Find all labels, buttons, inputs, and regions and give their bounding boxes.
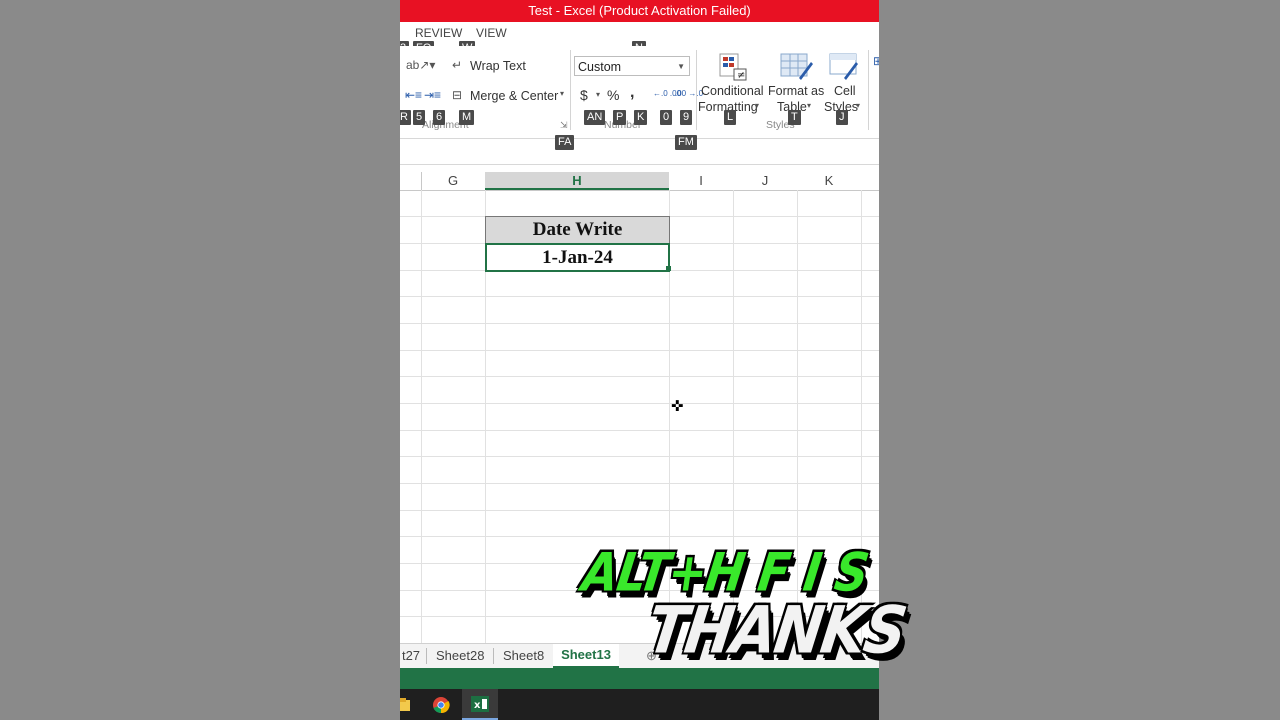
- gridline: [400, 510, 879, 511]
- status-bar: [400, 668, 879, 689]
- comma-button[interactable]: ,: [630, 84, 634, 102]
- keytip-6: 6: [433, 110, 446, 125]
- format-as-table-button[interactable]: Format as: [768, 84, 824, 98]
- excel-app-icon: x: [471, 696, 489, 712]
- merge-dropdown-icon[interactable]: ▾: [560, 89, 564, 98]
- chevron-down-icon[interactable]: ▾: [807, 101, 811, 110]
- keytip-t: T: [788, 110, 801, 125]
- gridline: [400, 536, 879, 537]
- separator: [570, 50, 571, 130]
- fill-handle[interactable]: [666, 266, 671, 271]
- separator: [426, 648, 427, 664]
- number-format-value: Custom: [578, 60, 622, 74]
- percent-button[interactable]: %: [607, 87, 619, 103]
- keytip-5: 5: [413, 110, 426, 125]
- keytip-m: M: [459, 110, 475, 125]
- conditional-formatting-icon: ≠: [719, 53, 747, 81]
- gridline: [421, 190, 422, 645]
- separator: [696, 50, 697, 130]
- sheet-tab-sheet8[interactable]: Sheet8: [503, 644, 544, 668]
- file-explorer-icon[interactable]: [400, 698, 410, 712]
- taskbar: x: [400, 689, 879, 720]
- keytip-an: AN: [584, 110, 606, 125]
- cell-h-date-selected[interactable]: 1-Jan-24: [485, 243, 670, 272]
- column-header-h[interactable]: H: [485, 172, 669, 190]
- wrap-text-button[interactable]: Wrap Text: [470, 59, 526, 73]
- chrome-icon[interactable]: [432, 696, 450, 714]
- cell-styles-icon: [829, 53, 858, 80]
- chevron-down-icon: ▼: [677, 62, 685, 71]
- cell-h-header[interactable]: Date Write: [485, 216, 670, 244]
- chevron-down-icon[interactable]: ▾: [755, 101, 759, 110]
- keytip-l: L: [724, 110, 737, 125]
- currency-button[interactable]: $: [580, 87, 588, 103]
- separator: [493, 648, 494, 664]
- keytip-fa: FA: [555, 135, 575, 150]
- keytip-k: K: [634, 110, 648, 125]
- keytip-p: P: [613, 110, 627, 125]
- insert-cells-icon[interactable]: ⊞: [873, 54, 879, 68]
- title-bar: Test - Excel (Product Activation Failed): [400, 0, 879, 22]
- keytip-9: 9: [680, 110, 693, 125]
- chevron-down-icon[interactable]: ▾: [856, 101, 860, 110]
- svg-text:x: x: [474, 700, 481, 711]
- gridline: [400, 483, 879, 484]
- gridline: [400, 430, 879, 431]
- alignment-launcher-icon[interactable]: ⇲: [560, 120, 568, 131]
- number-format-select[interactable]: Custom ▼: [574, 56, 690, 76]
- column-header-j[interactable]: J: [733, 172, 797, 190]
- currency-dropdown-icon[interactable]: ▾: [596, 90, 600, 99]
- sheet-tab-sheet28[interactable]: Sheet28: [436, 644, 484, 668]
- merge-center-icon: ⊟: [452, 88, 463, 102]
- column-headers: G H I J K: [400, 172, 879, 191]
- tab-view[interactable]: VIEW: [476, 26, 507, 40]
- formula-bar[interactable]: [400, 150, 879, 165]
- gridline: [400, 376, 879, 377]
- window-title: Test - Excel (Product Activation Failed): [528, 3, 751, 18]
- keytip-j: J: [836, 110, 848, 125]
- format-as-table-icon: [780, 53, 813, 80]
- keytip-0: 0: [660, 110, 673, 125]
- gridline: [400, 350, 879, 351]
- column-header-g[interactable]: G: [421, 172, 485, 190]
- keytip-r: R: [400, 110, 411, 125]
- separator: [868, 50, 869, 130]
- tab-review[interactable]: REVIEW: [415, 26, 462, 40]
- gridline: [400, 403, 879, 404]
- cell-styles-button[interactable]: Cell: [834, 84, 856, 98]
- increase-indent-icon[interactable]: ⇥≡: [424, 88, 441, 102]
- wrap-text-icon: ↵: [452, 58, 463, 72]
- decrease-indent-icon[interactable]: ⇤≡: [405, 88, 422, 102]
- conditional-formatting-button[interactable]: Conditional: [701, 84, 764, 98]
- gridline: [400, 323, 879, 324]
- gridline: [421, 172, 422, 190]
- overlay-thanks-text: THANKS: [642, 591, 910, 669]
- decrease-decimal-button[interactable]: .00 →.0: [675, 89, 703, 98]
- taskbar-excel-active[interactable]: x: [462, 689, 498, 720]
- gridline: [400, 456, 879, 457]
- svg-text:≠: ≠: [737, 70, 745, 81]
- merge-center-button[interactable]: Merge & Center: [470, 89, 558, 103]
- keytip-fm: FM: [675, 135, 697, 150]
- mouse-cursor-icon: ✜: [671, 398, 684, 415]
- sheet-tab-sheet13-active[interactable]: Sheet13: [553, 644, 619, 668]
- column-header-i[interactable]: I: [669, 172, 733, 190]
- column-header-k[interactable]: K: [797, 172, 861, 190]
- gridline: [400, 296, 879, 297]
- ribbon-home: ab↗▾ ⇤≡ ⇥≡ ↵ Wrap Text ⊟ Merge & Center …: [400, 46, 879, 139]
- orientation-icon[interactable]: ab↗▾: [406, 58, 435, 72]
- sheet-tab-t27[interactable]: t27: [400, 644, 422, 668]
